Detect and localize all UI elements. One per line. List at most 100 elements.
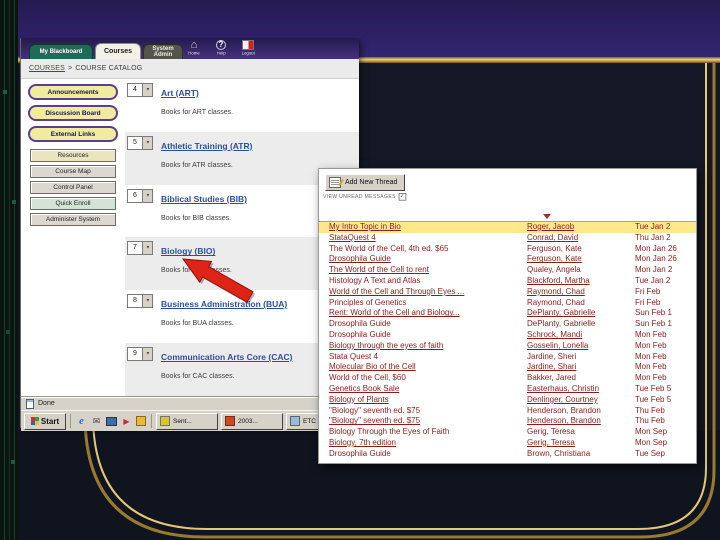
thread-title-link[interactable]: Biology through the eyes of faith	[329, 341, 525, 352]
chevron-down-icon[interactable]	[142, 347, 152, 360]
thread-title-link[interactable]: Drosophila Guide	[329, 319, 525, 330]
course-link[interactable]: Athletic Training (ATR)	[161, 141, 252, 151]
thread-title-link[interactable]: Stata Quest 4	[329, 352, 525, 363]
task-button-sent[interactable]: Sent...	[156, 412, 218, 430]
thread-title-link[interactable]: The World of the Cell, 4th ed. $65	[329, 244, 525, 255]
thread-author-link[interactable]: Henderson, Brandon	[527, 406, 631, 417]
thread-title-link[interactable]: Molecular Bio of the Cell	[329, 362, 525, 373]
thread-author-link[interactable]: Qualey, Angela	[527, 265, 631, 276]
thread-author-link[interactable]: DePlanty, Gabrielle	[527, 319, 631, 330]
thread-title-link[interactable]: "Biology" seventh ed. $75	[329, 416, 525, 427]
sidebar-button-course-map[interactable]: Course Map	[30, 165, 116, 178]
sidebar-button-administer-system[interactable]: Administer System	[30, 213, 116, 226]
course-number-dropdown[interactable]: 6	[127, 188, 153, 203]
course-number-dropdown[interactable]: 7	[127, 241, 153, 256]
view-unread-label: VIEW UNREAD MESSAGES	[323, 194, 396, 200]
thread-author-link[interactable]: Raymond, Chad	[527, 298, 631, 309]
thread-title-link[interactable]: Drosophila Guide	[329, 330, 525, 341]
thread-author-link[interactable]: Easterhaus, Christin	[527, 384, 631, 395]
course-number-dropdown[interactable]: 8	[127, 294, 153, 309]
course-description: Books for BIB classes.	[161, 214, 232, 222]
thread-row: Principles of Genetics Raymond, Chad Fri…	[319, 298, 696, 309]
msn-icon[interactable]	[136, 416, 146, 426]
course-link[interactable]: Biblical Studies (BIB)	[161, 194, 247, 204]
start-button[interactable]: Start	[24, 412, 66, 430]
thread-author-link[interactable]: Jardine, Shari	[527, 362, 631, 373]
thread-author-link[interactable]: Henderson, Brandon	[527, 416, 631, 427]
thread-title-link[interactable]: Histology A Text and Atlas	[329, 276, 525, 287]
thread-author-link[interactable]: Blackford, Martha	[527, 276, 631, 287]
thread-author-link[interactable]: Raymond, Chad	[527, 287, 631, 298]
thread-author-link[interactable]: Bakker, Jared	[527, 373, 631, 384]
home-header-button[interactable]: Home	[184, 40, 204, 57]
tab-my-blackboard[interactable]: My Blackboard	[29, 44, 93, 59]
tab-system-admin[interactable]: System Admin	[143, 44, 183, 59]
home-icon	[189, 40, 200, 50]
chevron-down-icon[interactable]	[142, 189, 152, 202]
logout-header-button[interactable]: Logout	[238, 40, 258, 57]
chevron-down-icon[interactable]	[142, 84, 152, 96]
media-player-icon[interactable]	[121, 416, 132, 427]
thread-title-link[interactable]: Genetics Book Sale	[329, 384, 525, 395]
add-new-thread-button[interactable]: Add New Thread	[325, 174, 406, 191]
ie-icon[interactable]	[76, 416, 87, 427]
sort-indicator-icon[interactable]	[543, 214, 551, 219]
thread-title-link[interactable]: The World of the Cell to rent	[329, 265, 525, 276]
course-link[interactable]: Biology (BIO)	[161, 246, 215, 256]
tab-courses[interactable]: Courses	[95, 43, 141, 59]
thread-title-link[interactable]: Principles of Genetics	[329, 298, 525, 309]
thread-author-link[interactable]: Gosselin, Lonella	[527, 341, 631, 352]
thread-title-link[interactable]: Drosophila Guide	[329, 254, 525, 265]
thread-row: Biology of Plants Denlinger, Courtney Tu…	[319, 395, 696, 406]
thread-author-link[interactable]: Roger, Jacob	[527, 222, 631, 233]
sidebar: Announcements Discussion Board External Li…	[21, 79, 125, 396]
thread-row: World of the Cell and Through Eyes ... R…	[319, 287, 696, 298]
header-icon-label: Home	[188, 51, 200, 57]
sidebar-pill-discussion-board[interactable]: Discussion Board	[28, 105, 118, 121]
thread-author-link[interactable]: DePlanty, Gabrielle	[527, 308, 631, 319]
task-label: ETC	[303, 417, 316, 425]
course-number: 6	[133, 191, 137, 199]
thread-author-link[interactable]: Ferguson, Kate	[527, 244, 631, 255]
thread-title-link[interactable]: Biology, 7th edition	[329, 438, 525, 449]
thread-title-link[interactable]: My Intro Topic in Bio	[329, 222, 525, 233]
thread-author-link[interactable]: Schrock, Mandi	[527, 330, 631, 341]
view-unread-checkbox[interactable]	[398, 193, 407, 201]
sidebar-button-quick-enroll[interactable]: Quick Enroll	[30, 197, 116, 210]
thread-title-link[interactable]: Biology Through the Eyes of Faith	[329, 427, 525, 438]
thread-title-link[interactable]: Biology of Plants	[329, 395, 525, 406]
thread-author-link[interactable]: Denlinger, Courtney	[527, 395, 631, 406]
desktop-icon[interactable]	[106, 416, 117, 426]
course-number-dropdown[interactable]: 9	[127, 346, 153, 361]
thread-author-link[interactable]: Jardine, Sheri	[527, 352, 631, 363]
thread-author-link[interactable]: Ferguson, Kate	[527, 254, 631, 265]
thread-title-link[interactable]: World of the Cell and Through Eyes ...	[329, 287, 525, 298]
breadcrumb-root-link[interactable]: COURSES	[29, 65, 65, 72]
thread-author-link[interactable]: Gerig, Teresa	[527, 438, 631, 449]
course-link[interactable]: Communication Arts Core (CAC)	[161, 352, 292, 362]
chevron-down-icon[interactable]	[142, 136, 152, 149]
chevron-down-icon[interactable]	[142, 242, 152, 255]
course-link[interactable]: Business Administration (BUA)	[161, 299, 287, 309]
sidebar-button-resources[interactable]: Resources	[30, 149, 116, 162]
chevron-down-icon[interactable]	[142, 295, 152, 308]
course-number-dropdown[interactable]: 5	[127, 135, 153, 150]
thread-author-link[interactable]: Conrad, David	[527, 233, 631, 244]
sidebar-pill-announcements[interactable]: Announcements	[28, 84, 118, 100]
help-header-button[interactable]: Help	[211, 40, 231, 57]
thread-author-link[interactable]: Brown, Christiana	[527, 449, 631, 460]
thread-title-link[interactable]: "Biology" seventh ed. $75	[329, 406, 525, 417]
course-number-dropdown[interactable]: 4	[127, 83, 153, 97]
thread-title-link[interactable]: Rent: World of the Cell and Biology...	[329, 308, 525, 319]
sidebar-pill-external-links[interactable]: External Links	[28, 126, 118, 142]
mail-icon[interactable]	[91, 416, 102, 427]
sidebar-button-control-panel[interactable]: Control Panel	[30, 181, 116, 194]
thread-title-link[interactable]: Drosophila Guide	[329, 449, 525, 460]
course-link[interactable]: Art (ART)	[161, 88, 199, 98]
course-info: Business Administration (BUA) Books for …	[161, 294, 287, 343]
thread-date: Mon Jan 26	[635, 254, 677, 264]
thread-author-link[interactable]: Gerig, Teresa	[527, 427, 631, 438]
thread-title-link[interactable]: World of the Cell, $60	[329, 373, 525, 384]
task-button-2003[interactable]: 2003...	[221, 412, 283, 430]
thread-title-link[interactable]: StataQuest 4	[329, 233, 525, 244]
